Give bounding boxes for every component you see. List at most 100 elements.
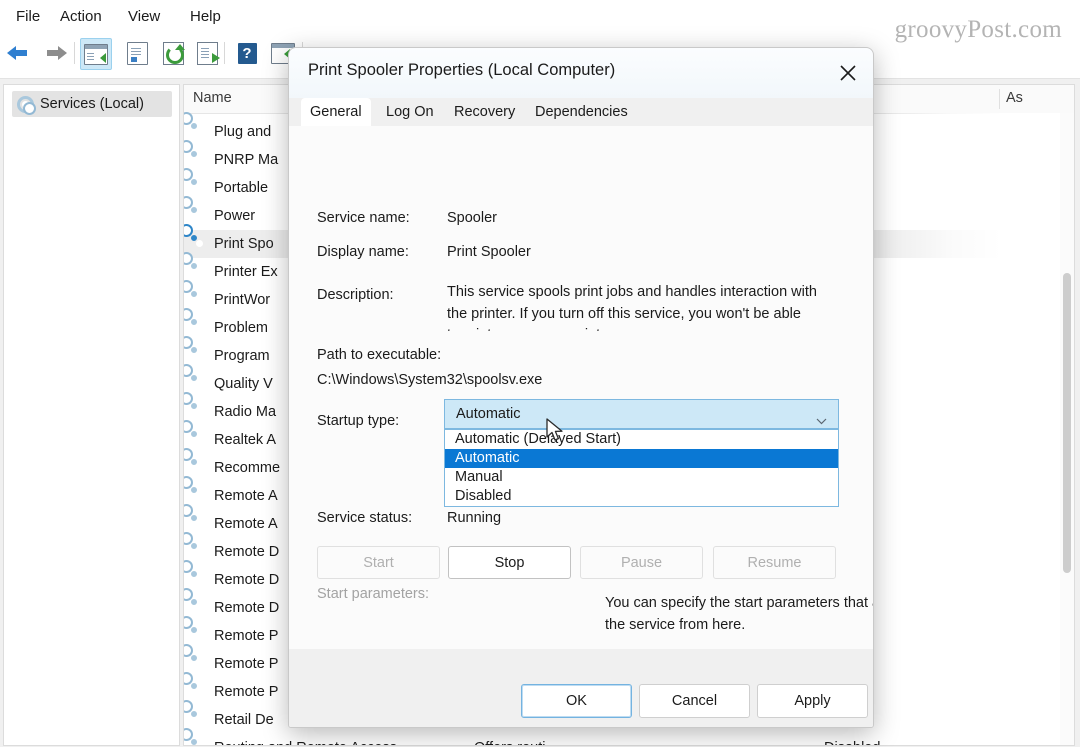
cell-name: Remote A (214, 516, 278, 532)
cell-name: Retail De (214, 712, 274, 728)
cell-name: Portable (214, 180, 269, 196)
cell-name: Remote D (214, 544, 280, 560)
menu-item-action[interactable]: Action (52, 6, 110, 27)
cell-log-on-as: stem (1004, 348, 1036, 364)
cell-name: Remote D (214, 572, 280, 588)
service-status-label: Service status: (317, 510, 413, 526)
cell-name: Radio Ma (214, 404, 277, 420)
show-hide-console-tree-icon[interactable] (80, 38, 112, 70)
tab-log-on[interactable]: Log On (377, 98, 443, 126)
menu-item-help[interactable]: Help (182, 6, 229, 27)
cell-name: Plug and (214, 124, 272, 140)
cell-log-on-as: stem (1004, 516, 1036, 532)
dialog-tab-strip: General Log On Recovery Dependencies (289, 98, 873, 126)
tab-recovery[interactable]: Recovery (445, 98, 524, 126)
console-tree-pane: Services (Local) (3, 84, 180, 746)
mouse-cursor (546, 418, 566, 451)
startup-type-dropdown-list[interactable]: Automatic (Delayed Start) Automatic Manual… (444, 429, 839, 507)
cell-name: Remote P (214, 656, 279, 672)
display-name-label: Display name: (317, 244, 409, 260)
close-icon[interactable] (823, 48, 873, 98)
cell-log-on-as: rvice (1004, 152, 1035, 168)
dialog-title: Print Spooler Properties (Local Computer… (308, 61, 616, 79)
cell-log-on-as: stem (1004, 320, 1036, 336)
cell-name: Remote P (214, 628, 279, 644)
dropdown-option[interactable]: Disabled (445, 487, 838, 506)
startup-type-combobox[interactable]: Automatic (444, 399, 839, 429)
cell-log-on-as: stem (1004, 124, 1036, 140)
cell-log-on-as: stem (1004, 460, 1036, 476)
toolbar-separator-1 (74, 42, 75, 64)
cell-name: Print Spo (214, 236, 274, 252)
dropdown-option[interactable]: Manual (445, 468, 838, 487)
cell-name: Realtek A (214, 432, 277, 448)
cell-name: Problem (214, 320, 268, 336)
startup-type-selected-value: Automatic (456, 406, 521, 422)
cell-log-on-as: stem (1004, 600, 1036, 616)
column-header-name[interactable]: Name (193, 90, 232, 106)
back-arrow-icon[interactable] (4, 38, 34, 68)
cell-log-on-as: Se... (1004, 628, 1034, 644)
cell-log-on-as: rvice (1004, 684, 1035, 700)
vertical-scrollbar[interactable] (1060, 113, 1074, 745)
path-to-executable-label: Path to executable: (317, 347, 442, 363)
description-value: This service spools print jobs and handl… (447, 284, 817, 331)
print-spooler-properties-dialog: Print Spooler Properties (Local Computer… (288, 47, 874, 728)
stop-button[interactable]: Stop (448, 546, 571, 579)
cell-name: Recomme (214, 460, 281, 476)
pause-button[interactable]: Pause (580, 546, 703, 579)
cell-log-on-as: stem (1004, 488, 1036, 504)
ok-button[interactable]: OK (521, 684, 632, 718)
tab-dependencies[interactable]: Dependencies (526, 98, 637, 126)
service-status-value: Running (447, 510, 502, 526)
chevron-down-icon (816, 412, 827, 430)
cell-name: Remote A (214, 488, 278, 504)
cell-description: Offers routi (474, 740, 545, 745)
column-divider-4[interactable] (999, 89, 1000, 109)
cell-name: Remote P (214, 684, 279, 700)
menu-item-view[interactable]: View (120, 6, 168, 27)
path-to-executable-value: C:\Windows\System32\spoolsv.exe (317, 372, 543, 388)
cell-log-on-as: stem (1004, 236, 1036, 252)
cell-name: Routing and Remote Access (214, 740, 397, 745)
cell-name: Power (214, 208, 256, 224)
cell-log-on-as: stem (1004, 180, 1036, 196)
watermark: groovyPost.com (894, 16, 1062, 43)
refresh-icon[interactable] (158, 38, 188, 68)
cell-startup-type: Disabled (824, 740, 880, 745)
cell-log-on-as: stem (1004, 292, 1036, 308)
cell-log-on-as: rvice (1004, 404, 1035, 420)
cell-name: PNRP Ma (214, 152, 279, 168)
cell-name: PrintWor (214, 292, 271, 308)
cell-name: Quality V (214, 376, 273, 392)
forward-arrow-icon[interactable] (40, 38, 70, 68)
start-button[interactable]: Start (317, 546, 440, 579)
tree-item-services-local[interactable]: Services (Local) (12, 91, 172, 117)
properties-icon[interactable] (122, 38, 152, 68)
help-icon[interactable]: ? (232, 38, 262, 68)
tab-general[interactable]: General (301, 98, 371, 126)
cell-log-on-as: stem (1004, 544, 1036, 560)
tree-item-label: Services (Local) (40, 96, 144, 112)
toolbar-separator-2 (224, 42, 225, 64)
scrollbar-thumb[interactable] (1063, 273, 1071, 573)
cell-log-on-as: Se... (1004, 572, 1034, 588)
cell-name: Remote D (214, 600, 280, 616)
resume-button[interactable]: Resume (713, 546, 836, 579)
table-row[interactable]: Routing and Remote Access Offers routi Dis… (184, 728, 1074, 745)
service-name-label: Service name: (317, 210, 410, 226)
dropdown-option[interactable]: Automatic (Delayed Start) (445, 430, 838, 449)
cancel-button[interactable]: Cancel (639, 684, 750, 718)
dialog-footer: OK Cancel Apply (289, 649, 873, 727)
dialog-body-general: Service name: Spooler Display name: Prin… (289, 126, 873, 649)
cell-log-on-as: Se... (1004, 656, 1034, 672)
start-parameters-help-text: You can specify the start parameters tha… (605, 595, 873, 633)
start-parameters-label: Start parameters: (317, 586, 430, 602)
menu-item-file[interactable]: File (8, 6, 48, 27)
apply-button[interactable]: Apply (757, 684, 868, 718)
dialog-title-bar: Print Spooler Properties (Local Computer… (289, 48, 873, 99)
export-list-icon[interactable] (192, 38, 222, 68)
dropdown-option[interactable]: Automatic (445, 449, 838, 468)
cell-log-on-as: stem (1004, 264, 1036, 280)
column-header-logon-as[interactable]: As (1006, 90, 1023, 106)
